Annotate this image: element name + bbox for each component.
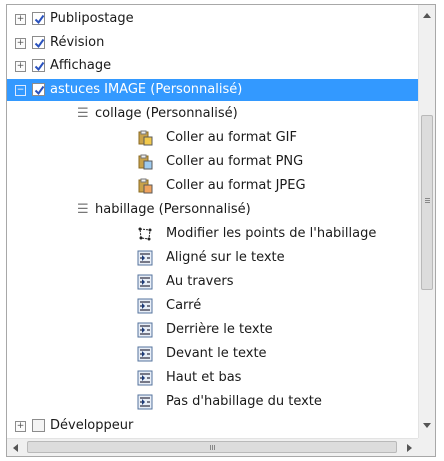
tree-command-row[interactable]: Coller au format GIF [7,127,419,149]
tree-group-label: collage (Personnalisé) [95,106,238,121]
tree-command-label: Devant le texte [166,346,267,361]
wrap-inline-icon [137,250,153,266]
tree-command-row[interactable]: Coller au format JPEG [7,175,419,197]
tree-command-label: Au travers [166,274,234,289]
tree-command-row[interactable]: Au travers [7,271,419,293]
tab-checkbox[interactable] [32,83,45,96]
tree-group-row[interactable]: ☰ habillage (Personnalisé) [7,199,419,221]
tab-checkbox[interactable] [32,12,45,25]
collapse-icon[interactable]: − [15,85,26,96]
tab-checkbox[interactable] [32,36,45,49]
tree-tab-row[interactable]: + Affichage [7,55,419,77]
tab-checkbox[interactable] [32,59,45,72]
ribbon-tree[interactable]: + Publipostage + Révision + Affichage − astuces… [7,5,419,438]
paste-gif-icon [137,130,153,146]
wrap-square-icon [137,298,153,314]
vertical-scroll-thumb[interactable] [421,115,433,290]
wrap-none-icon [137,394,153,410]
tree-tab-row[interactable]: + Révision [7,32,419,54]
tree-command-label: Aligné sur le texte [166,250,285,265]
paste-jpeg-icon [137,178,153,194]
tree-item-label: Affichage [50,58,112,73]
scroll-up-arrow-icon[interactable] [423,13,431,18]
tree-command-label: Carré [166,298,202,313]
tree-command-label: Derrière le texte [166,322,273,337]
tree-tab-row[interactable]: + Publipostage [7,8,419,30]
group-collapse-icon[interactable]: ☰ [77,103,89,125]
tree-command-row[interactable]: Pas d'habillage du texte [7,391,419,413]
tree-item-label: Publipostage [50,11,134,26]
tab-checkbox[interactable] [32,419,45,432]
wrap-behind-icon [137,322,153,338]
tree-item-label: astuces IMAGE (Personnalisé) [50,82,243,97]
vertical-scrollbar[interactable] [418,5,435,438]
scrollbar-corner [418,438,435,456]
tree-command-label: Haut et bas [166,370,242,385]
tree-item-label: Développeur [50,418,134,433]
tree-command-row[interactable]: Modifier les points de l'habillage [7,223,419,245]
tree-item-label: Révision [50,35,105,50]
tree-command-row[interactable]: Devant le texte [7,343,419,365]
edit-wrap-points-icon [137,226,153,242]
tree-command-label: Pas d'habillage du texte [166,394,322,409]
paste-png-icon [137,154,153,170]
tree-command-label: Coller au format GIF [166,130,297,145]
horizontal-scrollbar[interactable] [7,438,419,456]
customize-ribbon-tree-panel: + Publipostage + Révision + Affichage − astuces… [6,4,436,457]
expand-icon[interactable]: + [15,38,26,49]
horizontal-scroll-thumb[interactable] [27,441,397,453]
tree-command-label: Coller au format JPEG [166,178,306,193]
tree-command-label: Coller au format PNG [166,154,304,169]
wrap-front-icon [137,346,153,362]
group-collapse-icon[interactable]: ☰ [77,199,89,221]
wrap-top-bottom-icon [137,370,153,386]
tree-command-row[interactable]: Derrière le texte [7,319,419,341]
tree-command-row[interactable]: Haut et bas [7,367,419,389]
wrap-through-icon [137,274,153,290]
scroll-right-arrow-icon[interactable] [407,444,412,452]
tree-tab-row[interactable]: + Développeur [7,415,419,437]
tree-command-label: Modifier les points de l'habillage [166,226,377,241]
tree-tab-row[interactable]: − astuces IMAGE (Personnalisé) [7,79,419,101]
tree-group-label: habillage (Personnalisé) [95,202,251,217]
tree-command-row[interactable]: Carré [7,295,419,317]
scroll-down-arrow-icon[interactable] [423,423,431,428]
tree-group-row[interactable]: ☰ collage (Personnalisé) [7,103,419,125]
tree-command-row[interactable]: Coller au format PNG [7,151,419,173]
scroll-left-arrow-icon[interactable] [13,444,18,452]
tree-command-row[interactable]: Aligné sur le texte [7,247,419,269]
expand-icon[interactable]: + [15,421,26,432]
expand-icon[interactable]: + [15,61,26,72]
expand-icon[interactable]: + [15,14,26,25]
